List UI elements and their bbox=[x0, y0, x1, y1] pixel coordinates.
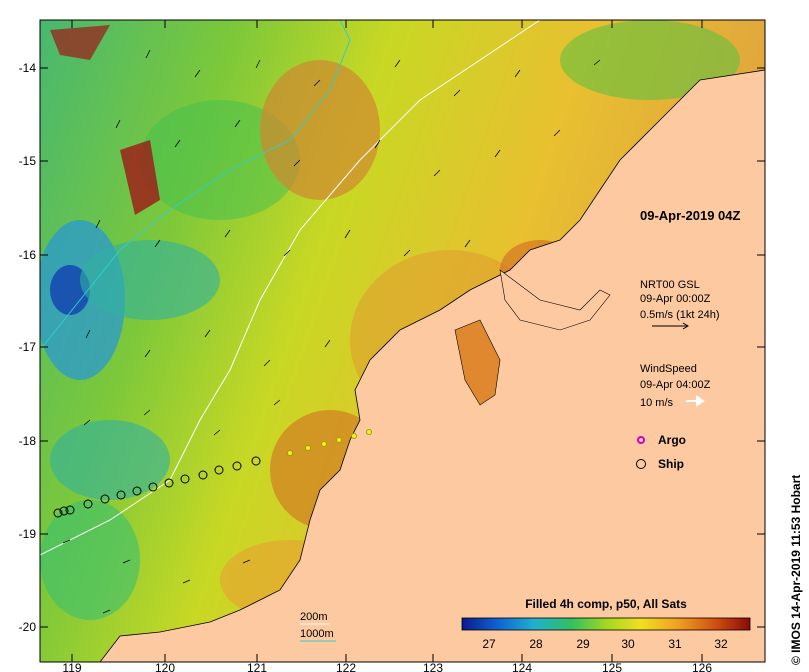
credit-label: © IMOS 14-Apr-2019 11:53 Hobart bbox=[789, 475, 803, 665]
y-tick-label: -20 bbox=[19, 620, 37, 634]
x-tick-label: 119 bbox=[62, 661, 81, 672]
x-tick-label: 125 bbox=[602, 661, 622, 672]
y-tick-label: -14 bbox=[19, 61, 37, 75]
colorbar-tick: 30 bbox=[621, 637, 635, 651]
colorbar-tick: 29 bbox=[576, 637, 590, 651]
x-tick-label: 121 bbox=[247, 661, 267, 672]
wind-legend-line3: 10 m/s bbox=[640, 397, 674, 409]
x-tick-label: 126 bbox=[692, 661, 712, 672]
sst-map: 119 120 121 122 123 124 125 126 -14 -15 … bbox=[19, 19, 803, 672]
y-tick-label: -18 bbox=[19, 434, 37, 448]
x-tick-label: 120 bbox=[155, 661, 175, 672]
contour-legend-200m: 200m bbox=[300, 611, 328, 623]
colorbar-tick: 31 bbox=[668, 637, 682, 651]
x-tick-label: 124 bbox=[512, 661, 532, 672]
contour-legend-1000m: 1000m bbox=[300, 628, 334, 640]
wind-legend-line2: 09-Apr 04:00Z bbox=[640, 379, 711, 391]
datetime-label: 09-Apr-2019 04Z bbox=[640, 208, 740, 223]
x-tick-label: 122 bbox=[336, 661, 356, 672]
sst-field bbox=[40, 20, 765, 662]
current-legend-line1: NRT00 GSL bbox=[640, 279, 700, 291]
ship-label: Ship bbox=[658, 457, 684, 471]
argo-label: Argo bbox=[658, 433, 686, 447]
colorbar-tick: 28 bbox=[529, 637, 543, 651]
x-tick-label: 123 bbox=[423, 661, 443, 672]
y-tick-label: -16 bbox=[19, 248, 37, 262]
colorbar-tick: 32 bbox=[714, 637, 728, 651]
y-tick-label: -15 bbox=[19, 154, 37, 168]
y-tick-label: -19 bbox=[19, 527, 37, 541]
colorbar-tick: 27 bbox=[482, 637, 496, 651]
colorbar-title: Filled 4h comp, p50, All Sats bbox=[525, 597, 687, 611]
wind-legend-line1: WindSpeed bbox=[640, 363, 697, 375]
colorbar bbox=[461, 617, 751, 631]
current-legend-line3: 0.5m/s (1kt 24h) bbox=[640, 309, 719, 321]
current-legend-line2: 09-Apr 00:00Z bbox=[640, 293, 711, 305]
y-tick-label: -17 bbox=[19, 340, 37, 354]
